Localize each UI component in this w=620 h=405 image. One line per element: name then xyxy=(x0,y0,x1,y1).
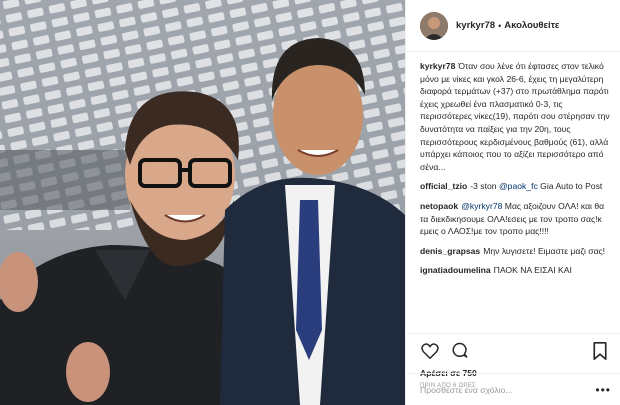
caption-text: Όταν σου λένε ότι έφτασες στον τελικό μό… xyxy=(420,61,610,172)
comment-icon-graphic xyxy=(452,342,468,358)
comment-text: -3 ston xyxy=(470,181,499,192)
comment-username[interactable]: denis_grapsas xyxy=(420,246,480,256)
caption: kyrkyr78 Όταν σου λένε ότι έφτασες στον τ… xyxy=(420,60,610,173)
comment-text: ΠΑΟΚ ΝΑ ΕΙΣΑΙ ΚΑΙ xyxy=(493,265,572,276)
header-username[interactable]: kyrkyr78 xyxy=(456,20,495,31)
comment-text-post: Gia Auto to Post xyxy=(537,181,603,192)
photo-illustration xyxy=(0,0,405,405)
post-sidebar: kyrkyr78 • Ακολουθείτε kyrkyr78 Όταν σου … xyxy=(405,0,620,405)
bookmark-icon[interactable] xyxy=(590,341,610,361)
comment-item: official_tzio -3 ston @paok_fc Gia Auto t… xyxy=(420,180,610,193)
bookmark-icon-graphic xyxy=(593,342,607,360)
comment-username[interactable]: netopaok xyxy=(420,201,458,211)
comment-username[interactable]: ignatiadoumelina xyxy=(420,265,491,275)
following-button[interactable]: Ακολουθείτε xyxy=(504,20,559,31)
comment-item: denis_grapsas Μην λυγισετε! Ειμαστε μαζι … xyxy=(420,245,610,258)
caption-username[interactable]: kyrkyr78 xyxy=(420,61,455,71)
comment-item: netopaok @kyrkyr78 Μας αξοιζουν ΟΛΑ! και … xyxy=(420,200,610,238)
comment-mention[interactable]: @paok_fc xyxy=(499,181,538,191)
action-icons xyxy=(420,340,610,362)
comment-mention[interactable]: @kyrkyr78 xyxy=(461,201,502,211)
comment-input[interactable] xyxy=(420,384,596,395)
comment-text: Μην λυγισετε! Ειμαστε μαζι σας! xyxy=(483,245,606,256)
post-photo[interactable] xyxy=(0,0,405,405)
heart-icon[interactable] xyxy=(420,341,440,361)
comment-username[interactable]: official_tzio xyxy=(420,181,467,191)
more-options-icon[interactable]: ••• xyxy=(595,383,611,397)
heart-icon-graphic xyxy=(421,343,439,359)
comment-bubble-icon[interactable] xyxy=(450,341,470,361)
avatar-image xyxy=(420,11,448,40)
instagram-post: kyrkyr78 • Ακολουθείτε kyrkyr78 Όταν σου … xyxy=(0,0,620,405)
add-comment-bar: ••• xyxy=(406,373,620,405)
avatar[interactable] xyxy=(420,11,448,40)
comment-item: ignatiadoumelina ΠΑΟΚ ΝΑ ΕΙΣΑΙ ΚΑΙ xyxy=(420,264,610,277)
post-header: kyrkyr78 • Ακολουθείτε xyxy=(406,0,620,52)
comments-list[interactable]: kyrkyr78 Όταν σου λένε ότι έφτασες στον τ… xyxy=(406,52,620,333)
separator-dot: • xyxy=(498,20,502,31)
